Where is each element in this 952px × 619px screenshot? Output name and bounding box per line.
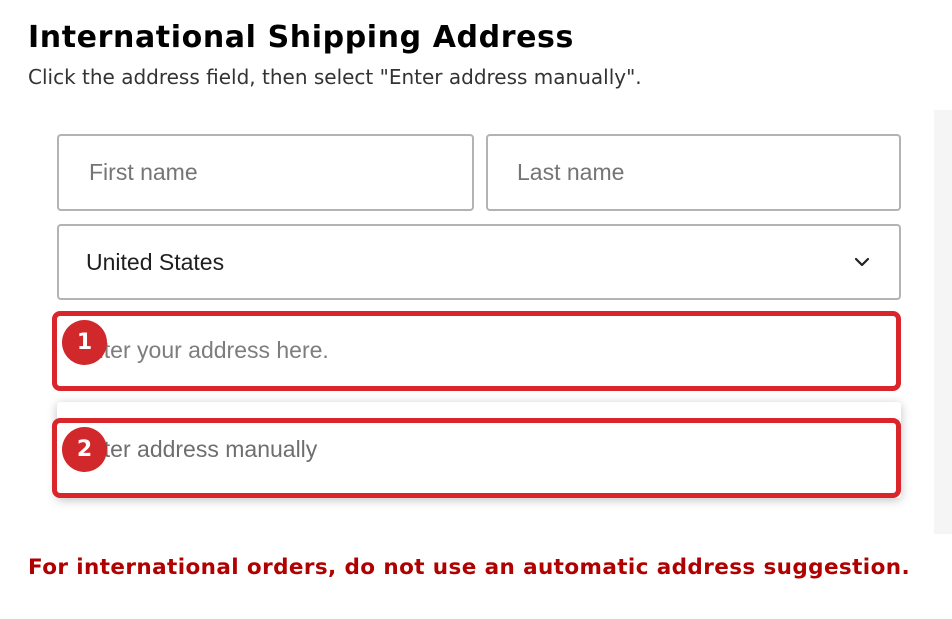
page-title: International Shipping Address [28,20,574,55]
address-field-highlight [52,311,901,391]
last-name-input[interactable]: Last name [486,134,901,211]
warning-text: For international orders, do not use an … [28,555,911,580]
instruction-text: Click the address field, then select "En… [28,65,642,89]
country-value: United States [86,248,225,275]
step-1-badge: 1 [62,320,107,365]
step-2-badge: 2 [62,427,107,472]
manual-option-highlight [52,418,901,498]
first-name-input[interactable]: First name [57,134,474,211]
last-name-placeholder: Last name [517,159,625,185]
first-name-placeholder: First name [89,159,198,185]
country-select[interactable]: United States [57,224,901,300]
chevron-down-icon [854,257,870,267]
